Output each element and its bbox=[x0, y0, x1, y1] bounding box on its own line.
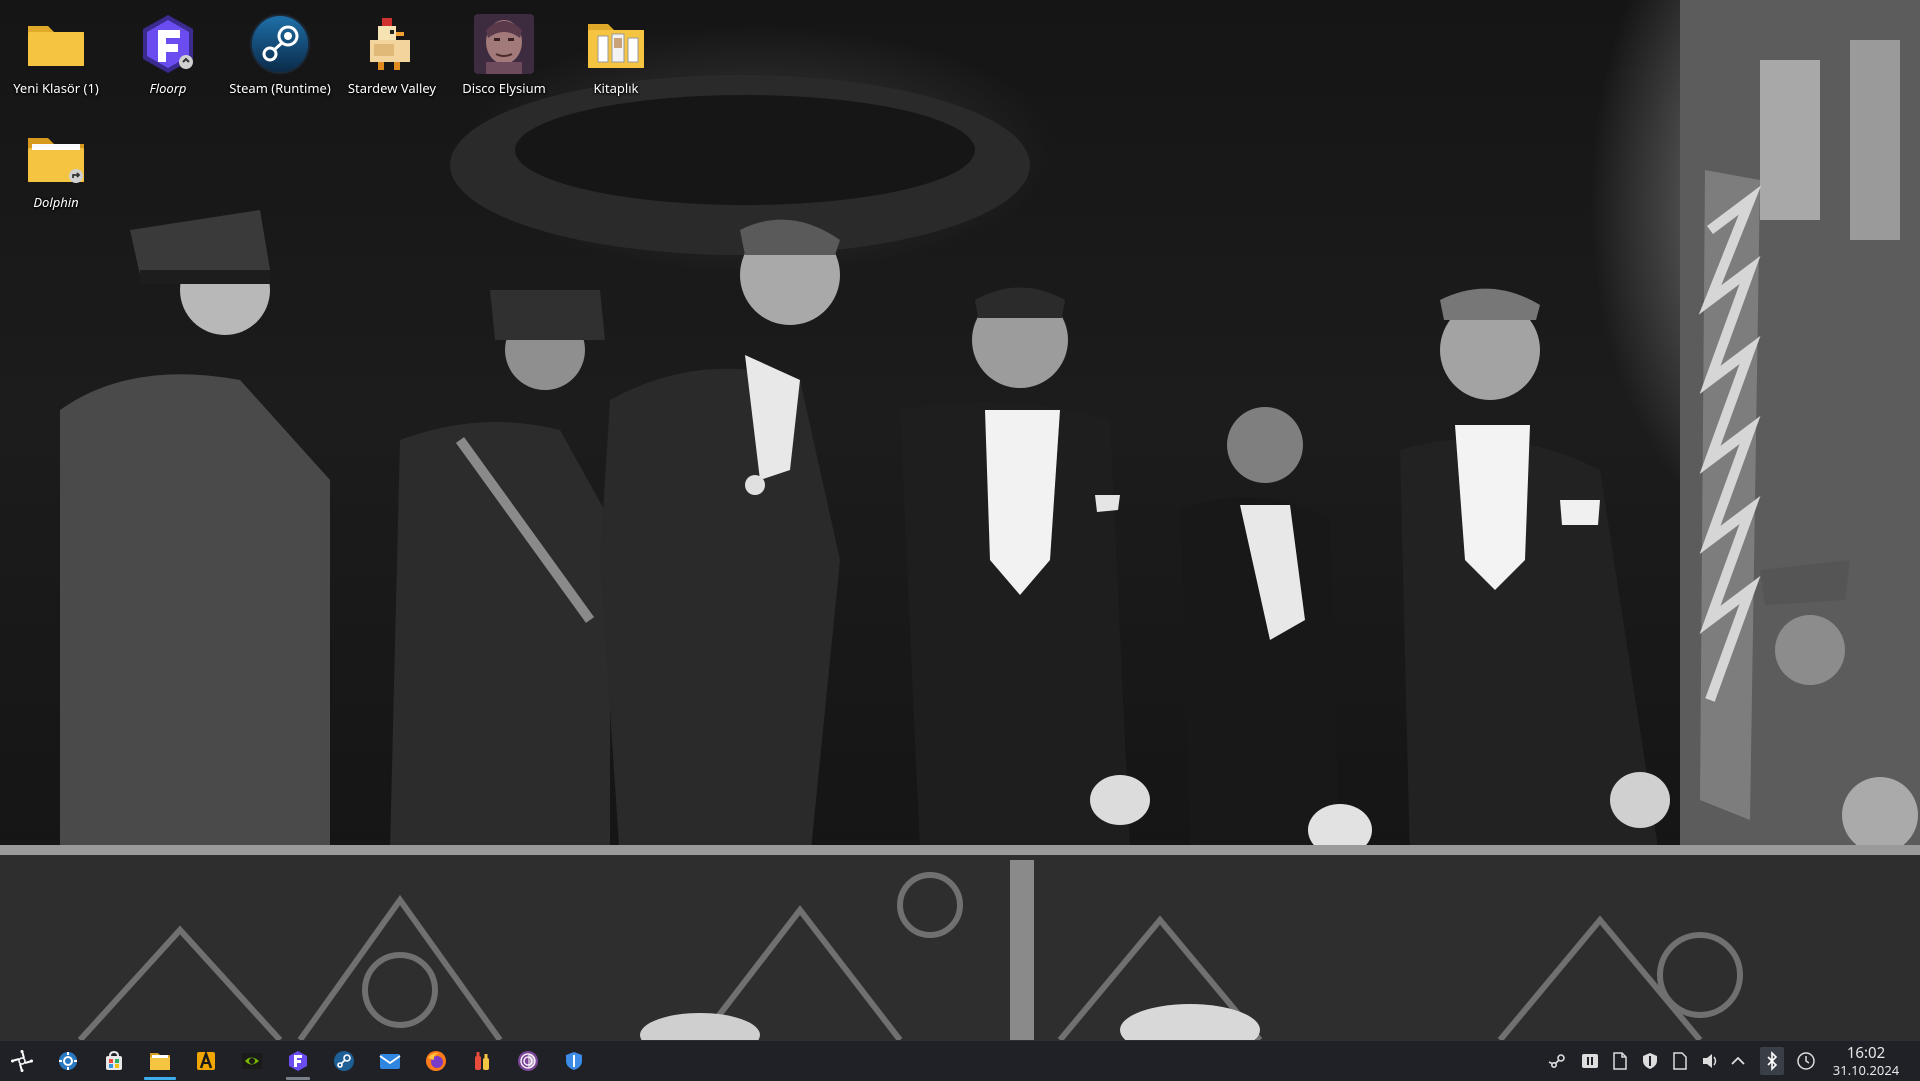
taskbar-protonvpn[interactable] bbox=[552, 1041, 596, 1081]
taskbar-nvidia-settings[interactable] bbox=[230, 1041, 274, 1081]
chevron-up-icon bbox=[1731, 1056, 1745, 1065]
desktop-icon-dolphin[interactable]: Dolphin bbox=[4, 126, 108, 211]
folder-icon bbox=[24, 12, 88, 76]
firefox-icon bbox=[426, 1051, 446, 1071]
update-status-icon bbox=[1797, 1052, 1815, 1070]
discover-store-icon bbox=[106, 1050, 122, 1070]
taskbar-firefox[interactable] bbox=[414, 1041, 458, 1081]
nvidia-icon bbox=[242, 1053, 262, 1069]
tray-volume[interactable] bbox=[1700, 1051, 1720, 1071]
disco-elysium-portrait-icon bbox=[472, 12, 536, 76]
taskbar: 16:02 31.10.2024 bbox=[0, 1040, 1920, 1081]
desktop-icon-label: Dolphin bbox=[33, 193, 79, 211]
steam-tray-icon bbox=[1548, 1054, 1565, 1069]
desktop-icon-label: Steam (Runtime) bbox=[229, 79, 331, 97]
library-folder-icon bbox=[584, 12, 648, 76]
bluetooth-icon bbox=[1767, 1051, 1778, 1071]
desktop-icon-stardew-valley[interactable]: Stardew Valley bbox=[340, 12, 444, 97]
tray-vpn[interactable] bbox=[1640, 1051, 1660, 1071]
dolphin-file-manager-icon bbox=[150, 1053, 170, 1070]
desktop-icon-floorp[interactable]: Floorp bbox=[116, 12, 220, 97]
desktop-icon-label: Floorp bbox=[149, 79, 187, 97]
floorp-browser-icon bbox=[136, 12, 200, 76]
wallpaper-photo bbox=[0, 0, 1920, 1040]
taskbar-dolphin[interactable] bbox=[138, 1041, 182, 1081]
thunderbird-mail-icon bbox=[379, 1054, 401, 1069]
desktop-icon-label: Kitaplık bbox=[593, 79, 639, 97]
protonvpn-shield-icon bbox=[566, 1052, 582, 1070]
document-tray-icon bbox=[1673, 1052, 1687, 1070]
desktop-icon-kitaplik[interactable]: Kitaplık bbox=[564, 12, 668, 97]
taskbar-discover[interactable] bbox=[92, 1041, 136, 1081]
bottles-icon bbox=[475, 1052, 489, 1070]
taskbar-bottles[interactable] bbox=[460, 1041, 504, 1081]
kde-application-launcher-icon bbox=[11, 1050, 33, 1072]
lutris-icon bbox=[197, 1050, 215, 1070]
tor-browser-icon bbox=[518, 1051, 538, 1071]
steam-icon bbox=[248, 12, 312, 76]
desktop-icon-yeni-klasor[interactable]: Yeni Klasör (1) bbox=[4, 12, 108, 97]
desktop-icon-label: Yeni Klasör (1) bbox=[13, 79, 99, 97]
tray-bluetooth[interactable] bbox=[1760, 1047, 1784, 1075]
system-settings-icon bbox=[59, 1052, 77, 1070]
taskbar-lutris[interactable] bbox=[184, 1041, 228, 1081]
stardew-valley-chicken-icon bbox=[360, 12, 424, 76]
tray-expand-button[interactable] bbox=[1728, 1051, 1748, 1071]
shield-tray-icon bbox=[1643, 1053, 1657, 1069]
taskbar-floorp[interactable] bbox=[276, 1041, 320, 1081]
tray-steam[interactable] bbox=[1548, 1051, 1568, 1071]
tray-media-player[interactable] bbox=[1580, 1051, 1600, 1071]
taskbar-steam[interactable] bbox=[322, 1041, 366, 1081]
dolphin-folder-link-icon bbox=[24, 126, 88, 190]
desktop-icon-disco-elysium[interactable]: Disco Elysium bbox=[452, 12, 556, 97]
desktop-icon-label: Stardew Valley bbox=[347, 79, 437, 97]
clock-time: 16:02 bbox=[1846, 1043, 1886, 1063]
volume-icon bbox=[1703, 1054, 1717, 1068]
steam-icon bbox=[334, 1051, 354, 1071]
desktop-icon-steam-runtime[interactable]: Steam (Runtime) bbox=[228, 12, 332, 97]
tray-notes[interactable] bbox=[1670, 1051, 1690, 1071]
clock-date: 31.10.2024 bbox=[1832, 1061, 1900, 1079]
tray-updates[interactable] bbox=[1796, 1051, 1816, 1071]
desktop-icon-label: Disco Elysium bbox=[462, 79, 546, 97]
taskbar-thunderbird[interactable] bbox=[368, 1041, 412, 1081]
taskbar-tor-browser[interactable] bbox=[506, 1041, 550, 1081]
application-launcher-button[interactable] bbox=[0, 1041, 44, 1081]
media-pause-icon bbox=[1582, 1054, 1598, 1068]
tray-clipboard[interactable] bbox=[1610, 1051, 1630, 1071]
floorp-browser-icon bbox=[289, 1051, 307, 1071]
taskbar-system-settings[interactable] bbox=[46, 1041, 90, 1081]
digital-clock[interactable]: 16:02 31.10.2024 bbox=[1824, 1044, 1908, 1078]
desktop-wallpaper bbox=[0, 0, 1920, 1040]
clipboard-icon bbox=[1613, 1052, 1627, 1070]
